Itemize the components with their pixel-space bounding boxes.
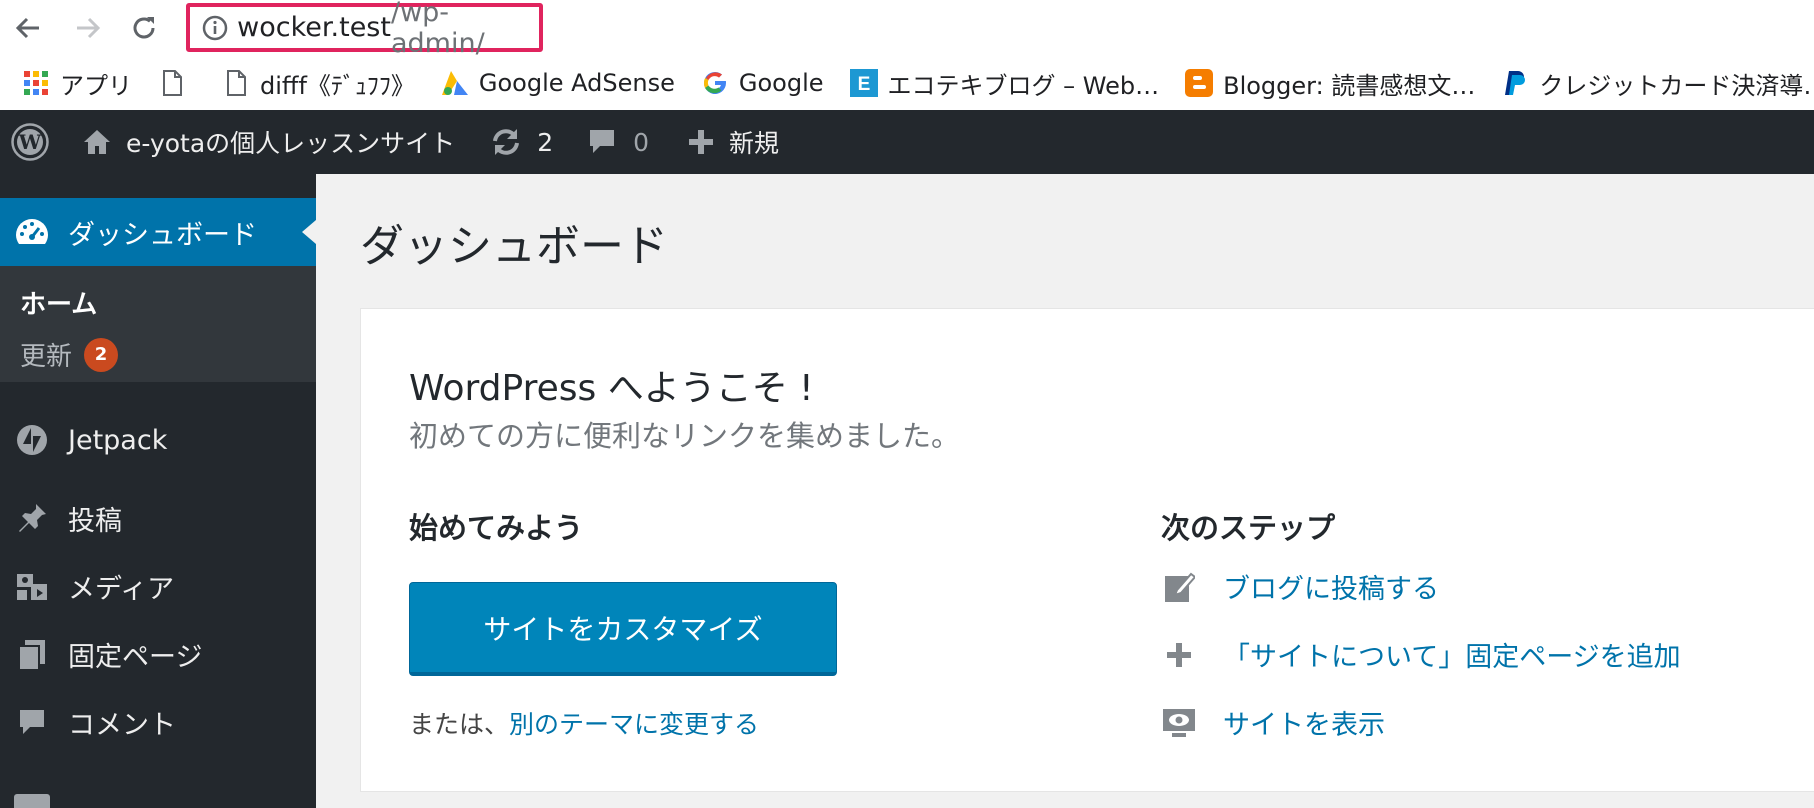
bookmark-label: Google <box>738 69 824 97</box>
menu-comments[interactable]: コメント <box>0 692 316 752</box>
bookmark-ecotekiblog[interactable]: E エコテキブログ – Web… <box>849 66 1160 101</box>
welcome-subtitle: 初めての方に便利なリンクを集めました。 <box>409 419 961 453</box>
site-name-menu[interactable]: e-yotaの個人レッスンサイト <box>82 110 455 174</box>
submenu-home-label: ホーム <box>20 290 98 320</box>
arrow-left-icon <box>15 17 39 39</box>
bookmark-adsense[interactable]: Google AdSense <box>441 69 675 97</box>
bookmark-blogger[interactable]: Blogger: 読書感想文… <box>1185 66 1475 101</box>
browser-chrome: wocker.test/wp-admin/ アプリ difff《ﾃﾞｭﾌﾌ》 G… <box>0 0 1814 110</box>
svg-text:W: W <box>18 130 42 154</box>
menu-comments-label: コメント <box>68 709 176 741</box>
wp-logo-menu[interactable]: W <box>0 110 60 174</box>
get-started-heading: 始めてみよう <box>409 511 584 545</box>
updates-menu[interactable]: 2 <box>489 110 553 174</box>
submenu-updates[interactable]: 更新 2 <box>20 336 119 373</box>
bookmark-paypal[interactable]: クレジットカード決済導… <box>1501 66 1814 101</box>
document-icon <box>222 69 250 97</box>
menu-pages[interactable]: 固定ページ <box>0 624 316 684</box>
menu-dashboard-label: ダッシュボード <box>68 219 257 251</box>
bookmark-label: Google AdSense <box>478 69 675 97</box>
admin-sidebar: ダッシュボード ホーム 更新 2 Jetpack 投稿 メディア 固定ページ コ… <box>0 174 316 808</box>
step-write-post-label: ブログに投稿する <box>1223 574 1439 605</box>
jetpack-icon <box>14 422 50 458</box>
step-add-about-page[interactable]: 「サイトについて」固定ページを追加 <box>1161 635 1681 674</box>
updates-badge: 2 <box>84 337 119 372</box>
customize-site-button[interactable]: サイトをカスタマイズ <box>409 582 837 676</box>
menu-media-label: メディア <box>68 573 175 605</box>
wordpress-logo-icon: W <box>10 122 50 162</box>
url-host: wocker.test <box>237 12 391 43</box>
bookmark-label: アプリ <box>60 71 132 100</box>
dashboard-icon <box>14 214 50 250</box>
view-site-icon <box>1161 705 1197 741</box>
page-title: ダッシュボード <box>360 221 668 272</box>
new-content-menu[interactable]: 新規 <box>687 110 779 174</box>
menu-pages-label: 固定ページ <box>68 641 203 673</box>
arrow-right-icon <box>77 17 101 39</box>
step-view-site-label: サイトを表示 <box>1223 710 1385 741</box>
url-path: /wp-admin/ <box>390 0 485 59</box>
current-menu-arrow <box>302 220 316 244</box>
comments-menu[interactable]: 0 <box>587 110 649 174</box>
home-icon <box>82 127 112 157</box>
bookmark-label: Blogger: 読書感想文… <box>1223 71 1476 100</box>
welcome-title: WordPress へようこそ ! <box>409 368 814 409</box>
change-theme-line: または、別のテーマに変更する <box>409 705 759 741</box>
step-view-site[interactable]: サイトを表示 <box>1161 703 1385 742</box>
new-label: 新規 <box>729 129 780 158</box>
updates-count: 2 <box>537 127 554 157</box>
menu-media[interactable]: メディア <box>0 556 316 616</box>
menu-posts[interactable]: 投稿 <box>0 488 316 548</box>
step-write-post[interactable]: ブログに投稿する <box>1161 567 1439 606</box>
step-add-about-page-label: 「サイトについて」固定ページを追加 <box>1223 642 1681 673</box>
blogger-icon <box>1185 69 1214 97</box>
plus-icon <box>687 128 715 156</box>
bookmark-blank[interactable] <box>158 69 196 97</box>
pin-icon <box>14 500 50 536</box>
paypal-icon <box>1501 69 1529 97</box>
bookmark-label: difff《ﾃﾞｭﾌﾌ》 <box>260 71 415 100</box>
comment-icon <box>587 127 617 157</box>
menu-posts-label: 投稿 <box>68 505 122 537</box>
address-bar[interactable]: wocker.test/wp-admin/ <box>186 0 543 59</box>
welcome-panel: WordPress へようこそ ! 初めての方に便利なリンクを集めました。 始め… <box>360 308 1814 792</box>
info-icon[interactable] <box>198 11 231 45</box>
e-icon: E <box>849 69 878 97</box>
next-menu-icon <box>14 794 50 808</box>
next-steps-heading: 次のステップ <box>1161 511 1336 545</box>
forward-button[interactable] <box>68 8 108 48</box>
media-icon <box>14 568 50 604</box>
reload-button[interactable] <box>124 8 164 48</box>
menu-dashboard[interactable]: ダッシュボード <box>0 198 316 266</box>
back-button[interactable] <box>8 8 48 48</box>
menu-jetpack[interactable]: Jetpack <box>0 410 316 470</box>
wp-admin-bar: W e-yotaの個人レッスンサイト 2 0 新規 <box>0 110 1814 174</box>
document-icon <box>158 69 186 97</box>
plus-icon <box>1161 637 1197 673</box>
submenu-updates-label: 更新 <box>20 342 73 372</box>
menu-jetpack-label: Jetpack <box>68 424 168 456</box>
reload-icon <box>133 17 155 39</box>
bookmark-label: エコテキブログ – Web… <box>887 71 1160 100</box>
or-text: または、 <box>409 710 510 739</box>
adsense-icon <box>441 69 469 97</box>
svg-text:E: E <box>857 74 870 95</box>
bookmark-apps[interactable]: アプリ <box>22 66 132 101</box>
site-name: e-yotaの個人レッスンサイト <box>126 129 456 158</box>
bookmark-difff[interactable]: difff《ﾃﾞｭﾌﾌ》 <box>222 66 415 101</box>
apps-grid-icon <box>22 69 50 97</box>
comment-icon <box>14 704 50 740</box>
pages-icon <box>14 636 50 672</box>
comments-count: 0 <box>633 127 649 157</box>
dashboard-submenu: ホーム 更新 2 <box>0 266 316 382</box>
change-theme-link[interactable]: 別のテーマに変更する <box>509 710 759 739</box>
google-icon <box>701 69 729 97</box>
bookmark-label: クレジットカード決済導… <box>1539 71 1814 100</box>
updates-icon <box>489 127 523 157</box>
submenu-home[interactable]: ホーム <box>20 284 97 321</box>
bookmarks-bar: アプリ difff《ﾃﾞｭﾌﾌ》 Google AdSense Google E… <box>0 58 1814 108</box>
bookmark-google[interactable]: Google <box>701 69 824 97</box>
edit-icon <box>1161 569 1197 605</box>
